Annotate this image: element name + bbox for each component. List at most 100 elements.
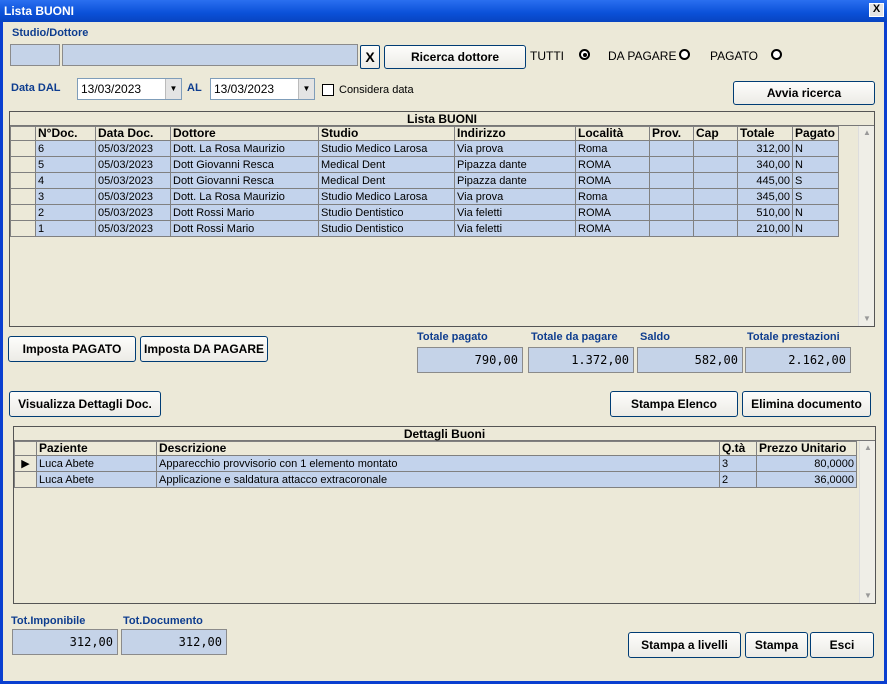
column-header-paziente[interactable]: Paziente <box>36 441 157 456</box>
visualizza-dettagli-button[interactable]: Visualizza Dettagli Doc. <box>9 391 161 417</box>
lista-scrollbar[interactable]: ▲ ▼ <box>858 126 874 326</box>
table-row[interactable]: 3 05/03/2023 Dott. La Rosa Maurizio Studio … <box>10 188 839 205</box>
column-header-ndoc[interactable]: N°Doc. <box>35 126 96 141</box>
cell-pagato: N <box>792 220 839 237</box>
scroll-down-icon[interactable]: ▼ <box>859 312 875 326</box>
cell-data-doc: 05/03/2023 <box>95 188 171 205</box>
row-selector[interactable] <box>10 140 36 157</box>
cell-cap <box>693 204 738 221</box>
column-header-data-doc[interactable]: Data Doc. <box>95 126 171 141</box>
chevron-down-icon[interactable]: ▼ <box>298 79 314 99</box>
studio-code-field[interactable] <box>10 44 60 66</box>
tot-documento-field: 312,00 <box>121 629 227 655</box>
row-pointer-icon[interactable]: ▶ <box>14 455 37 472</box>
column-header-indirizzo[interactable]: Indirizzo <box>454 126 576 141</box>
dettagli-buoni-title: Dettagli Buoni <box>14 427 875 441</box>
cell-prov <box>649 220 694 237</box>
cell-localita: Roma <box>575 140 650 157</box>
cell-indirizzo: Via prova <box>454 188 576 205</box>
lista-buoni-grid: Lista BUONI N°Doc. Data Doc. Dottore Studio… <box>9 111 875 327</box>
considera-data-checkbox[interactable] <box>322 84 334 96</box>
filter-tutti-radio[interactable] <box>579 49 590 60</box>
row-selector-header <box>14 441 37 456</box>
avvia-ricerca-button[interactable]: Avvia ricerca <box>733 81 875 105</box>
clear-button[interactable]: X <box>360 45 380 69</box>
esci-button[interactable]: Esci <box>810 632 874 658</box>
imposta-da-pagare-button[interactable]: Imposta DA PAGARE <box>140 336 268 362</box>
cell-data-doc: 05/03/2023 <box>95 220 171 237</box>
cell-cap <box>693 188 738 205</box>
cell-prov <box>649 204 694 221</box>
table-row[interactable]: 6 05/03/2023 Dott. La Rosa Maurizio Studio … <box>10 140 839 157</box>
cell-totale: 312,00 <box>737 140 793 157</box>
column-header-cap[interactable]: Cap <box>693 126 738 141</box>
table-row[interactable]: 2 05/03/2023 Dott Rossi Mario Studio Dentis… <box>10 204 839 221</box>
cell-studio: Studio Dentistico <box>318 204 455 221</box>
scroll-down-icon[interactable]: ▼ <box>860 589 876 603</box>
dettagli-scrollbar[interactable]: ▲ ▼ <box>859 441 875 603</box>
column-header-pagato[interactable]: Pagato <box>792 126 839 141</box>
cell-data-doc: 05/03/2023 <box>95 204 171 221</box>
cell-ndoc: 3 <box>35 188 96 205</box>
stampa-button[interactable]: Stampa <box>745 632 808 658</box>
elimina-documento-button[interactable]: Elimina documento <box>742 391 871 417</box>
row-selector[interactable] <box>14 471 37 488</box>
cell-pagato: N <box>792 156 839 173</box>
row-selector[interactable] <box>10 172 36 189</box>
cell-cap <box>693 172 738 189</box>
table-row[interactable]: 1 05/03/2023 Dott Rossi Mario Studio Dentis… <box>10 220 839 237</box>
row-selector[interactable] <box>10 220 36 237</box>
column-header-localita[interactable]: Località <box>575 126 650 141</box>
row-selector[interactable] <box>10 188 36 205</box>
column-header-prov[interactable]: Prov. <box>649 126 694 141</box>
scroll-up-icon[interactable]: ▲ <box>860 441 876 455</box>
filter-da-pagare-radio[interactable] <box>679 49 690 60</box>
data-dal-value: 13/03/2023 <box>81 82 142 96</box>
cell-localita: ROMA <box>575 156 650 173</box>
column-header-studio[interactable]: Studio <box>318 126 455 141</box>
data-dal-field[interactable]: 13/03/2023 ▼ <box>77 78 182 100</box>
al-value: 13/03/2023 <box>214 82 275 96</box>
studio-name-field[interactable] <box>62 44 358 66</box>
cell-totale: 510,00 <box>737 204 793 221</box>
stampa-a-livelli-button[interactable]: Stampa a livelli <box>628 632 741 658</box>
cell-data-doc: 05/03/2023 <box>95 140 171 157</box>
imposta-pagato-button[interactable]: Imposta PAGATO <box>8 336 136 362</box>
column-header-dottore[interactable]: Dottore <box>170 126 319 141</box>
al-field[interactable]: 13/03/2023 ▼ <box>210 78 315 100</box>
chevron-down-icon[interactable]: ▼ <box>165 79 181 99</box>
cell-totale: 340,00 <box>737 156 793 173</box>
filter-pagato-label: PAGATO <box>710 49 759 63</box>
cell-pagato: S <box>792 188 839 205</box>
table-row[interactable]: 5 05/03/2023 Dott Giovanni Resca Medical De… <box>10 156 839 173</box>
cell-descrizione: Apparecchio provvisorio con 1 elemento m… <box>156 455 720 472</box>
table-row[interactable]: 4 05/03/2023 Dott Giovanni Resca Medical De… <box>10 172 839 189</box>
filter-pagato-radio[interactable] <box>771 49 782 60</box>
totale-da-pagare-field: 1.372,00 <box>528 347 634 373</box>
lista-buoni-table: N°Doc. Data Doc. Dottore Studio Indirizzo Loc… <box>10 126 839 237</box>
close-button[interactable]: X <box>869 3 884 17</box>
cell-ndoc: 6 <box>35 140 96 157</box>
column-header-descrizione[interactable]: Descrizione <box>156 441 720 456</box>
filter-tutti-label: TUTTI <box>530 49 564 63</box>
tot-imponibile-field: 312,00 <box>12 629 118 655</box>
row-selector[interactable] <box>10 204 36 221</box>
column-header-prezzo-unitario[interactable]: Prezzo Unitario <box>756 441 857 456</box>
cell-totale: 345,00 <box>737 188 793 205</box>
scroll-up-icon[interactable]: ▲ <box>859 126 875 140</box>
lista-header-row: N°Doc. Data Doc. Dottore Studio Indirizzo Loc… <box>10 126 839 141</box>
table-row[interactable]: Luca Abete Applicazione e saldatura attac… <box>14 471 857 488</box>
table-row[interactable]: ▶ Luca Abete Apparecchio provvisorio con 1… <box>14 455 857 472</box>
row-selector[interactable] <box>10 156 36 173</box>
cell-dottore: Dott. La Rosa Maurizio <box>170 140 319 157</box>
cell-localita: ROMA <box>575 172 650 189</box>
cell-prezzo-unitario: 36,0000 <box>756 471 857 488</box>
stampa-elenco-button[interactable]: Stampa Elenco <box>610 391 738 417</box>
cell-studio: Studio Medico Larosa <box>318 140 455 157</box>
tot-documento-label: Tot.Documento <box>123 615 203 627</box>
column-header-qta[interactable]: Q.tà <box>719 441 757 456</box>
ricerca-dottore-button[interactable]: Ricerca dottore <box>384 45 526 69</box>
al-label: AL <box>187 82 202 94</box>
cell-indirizzo: Pipazza dante <box>454 172 576 189</box>
column-header-totale[interactable]: Totale <box>737 126 793 141</box>
